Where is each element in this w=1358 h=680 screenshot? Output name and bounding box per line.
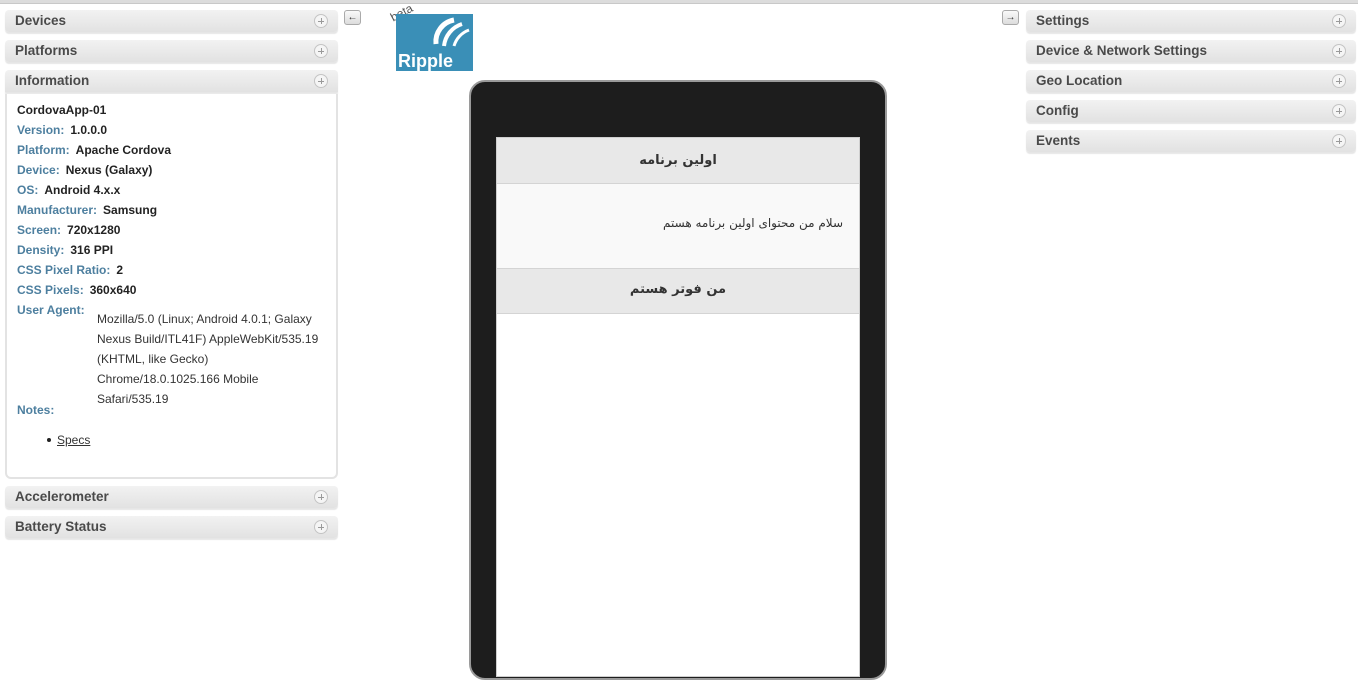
info-row-css-pixels: CSS Pixels: 360x640: [17, 280, 136, 300]
user-agent-line: (KHTML, like Gecko): [97, 352, 209, 366]
user-agent-line: Safari/535.19: [97, 392, 169, 406]
panel-geo-location-label: Geo Location: [1036, 73, 1123, 88]
specs-link[interactable]: Specs: [57, 433, 90, 447]
info-key: CSS Pixels:: [17, 283, 84, 297]
info-key: OS:: [17, 183, 39, 197]
specs-list-item: Specs: [47, 433, 90, 447]
user-agent-line: Nexus Build/ITL41F) AppleWebKit/535.19: [97, 332, 319, 346]
panel-events-label: Events: [1036, 133, 1081, 148]
info-row-os: OS: Android 4.x.x: [17, 180, 120, 200]
plus-circle-icon[interactable]: [314, 520, 328, 534]
user-agent-value: Mozilla/5.0 (Linux; Android 4.0.1; Galax…: [97, 309, 332, 409]
plus-circle-icon[interactable]: [1332, 44, 1346, 58]
info-row-css-pixel-ratio: CSS Pixel Ratio: 2: [17, 260, 123, 280]
app-header: اولین برنامه: [497, 138, 859, 184]
panel-battery-status-label: Battery Status: [15, 519, 107, 534]
info-row-manufacturer: Manufacturer: Samsung: [17, 200, 157, 220]
panel-config-label: Config: [1036, 103, 1079, 118]
user-agent-line: Mozilla/5.0 (Linux; Android 4.0.1; Galax…: [97, 312, 312, 326]
panel-config[interactable]: Config: [1026, 100, 1356, 122]
plus-circle-icon[interactable]: [314, 14, 328, 28]
bullet-icon: [47, 437, 51, 442]
info-key: Screen:: [17, 223, 62, 237]
ripple-logo: Ripple: [396, 14, 473, 71]
info-row-user-agent: User Agent:: [17, 300, 85, 320]
info-key: Density:: [17, 243, 65, 257]
panel-devices-label: Devices: [15, 13, 67, 28]
panel-information-label: Information: [15, 73, 90, 88]
info-value: Android 4.x.x: [44, 183, 121, 197]
plus-circle-icon[interactable]: [1332, 134, 1346, 148]
app-footer: من فوتر هستم: [497, 268, 859, 314]
info-row-density: Density: 316 PPI: [17, 240, 113, 260]
info-app-name: CordovaApp-01: [17, 100, 106, 120]
info-row-version: Version: 1.0.0.0: [17, 120, 107, 140]
panel-battery-status[interactable]: Battery Status: [5, 516, 338, 538]
panel-accelerometer[interactable]: Accelerometer: [5, 486, 338, 508]
arrow-left-icon[interactable]: ←: [344, 10, 361, 25]
info-value: 316 PPI: [70, 243, 114, 257]
app-content-text: سلام من محتوای اولین برنامه هستم: [663, 216, 843, 230]
info-row-screen: Screen: 720x1280: [17, 220, 120, 240]
device-screen[interactable]: اولین برنامه سلام من محتوای اولین برنامه…: [496, 137, 860, 677]
plus-circle-icon[interactable]: [314, 74, 328, 88]
panel-platforms[interactable]: Platforms: [5, 40, 338, 62]
info-key: Notes:: [17, 403, 55, 417]
panel-settings-label: Settings: [1036, 13, 1090, 28]
plus-circle-icon[interactable]: [1332, 74, 1346, 88]
information-panel-body: CordovaApp-01 Version: 1.0.0.0 Platform: A…: [5, 94, 338, 479]
user-agent-line: Chrome/18.0.1025.166 Mobile: [97, 372, 259, 386]
logo-text: Ripple: [398, 51, 453, 71]
panel-accelerometer-label: Accelerometer: [15, 489, 109, 504]
info-value: 1.0.0.0: [70, 123, 108, 137]
plus-circle-icon[interactable]: [314, 44, 328, 58]
top-border: [0, 0, 1358, 4]
info-key: CSS Pixel Ratio:: [17, 263, 111, 277]
panel-devices[interactable]: Devices: [5, 10, 338, 32]
info-key: User Agent:: [17, 303, 85, 317]
panel-device-network-settings[interactable]: Device & Network Settings: [1026, 40, 1356, 62]
info-row-device: Device: Nexus (Galaxy): [17, 160, 152, 180]
panel-device-network-label: Device & Network Settings: [1036, 43, 1208, 58]
panel-platforms-label: Platforms: [15, 43, 78, 58]
panel-events[interactable]: Events: [1026, 130, 1356, 152]
info-row-notes: Notes:: [17, 400, 54, 420]
info-key: Device:: [17, 163, 60, 177]
info-value: 2: [116, 263, 124, 277]
info-key: Platform:: [17, 143, 70, 157]
plus-circle-icon[interactable]: [1332, 14, 1346, 28]
info-row-platform: Platform: Apache Cordova: [17, 140, 171, 160]
panel-information[interactable]: Information: [5, 70, 338, 92]
arrow-right-icon[interactable]: →: [1002, 10, 1019, 25]
info-key: Manufacturer:: [17, 203, 98, 217]
panel-geo-location[interactable]: Geo Location: [1026, 70, 1356, 92]
plus-circle-icon[interactable]: [1332, 104, 1346, 118]
app-content: سلام من محتوای اولین برنامه هستم: [497, 184, 859, 268]
panel-settings[interactable]: Settings: [1026, 10, 1356, 32]
info-value: Samsung: [103, 203, 158, 217]
app-name-value: CordovaApp-01: [17, 103, 107, 117]
plus-circle-icon[interactable]: [314, 490, 328, 504]
info-value: 360x640: [89, 283, 137, 297]
info-value: 720x1280: [67, 223, 121, 237]
info-value: Nexus (Galaxy): [65, 163, 153, 177]
info-value: Apache Cordova: [75, 143, 172, 157]
info-key: Version:: [17, 123, 65, 137]
